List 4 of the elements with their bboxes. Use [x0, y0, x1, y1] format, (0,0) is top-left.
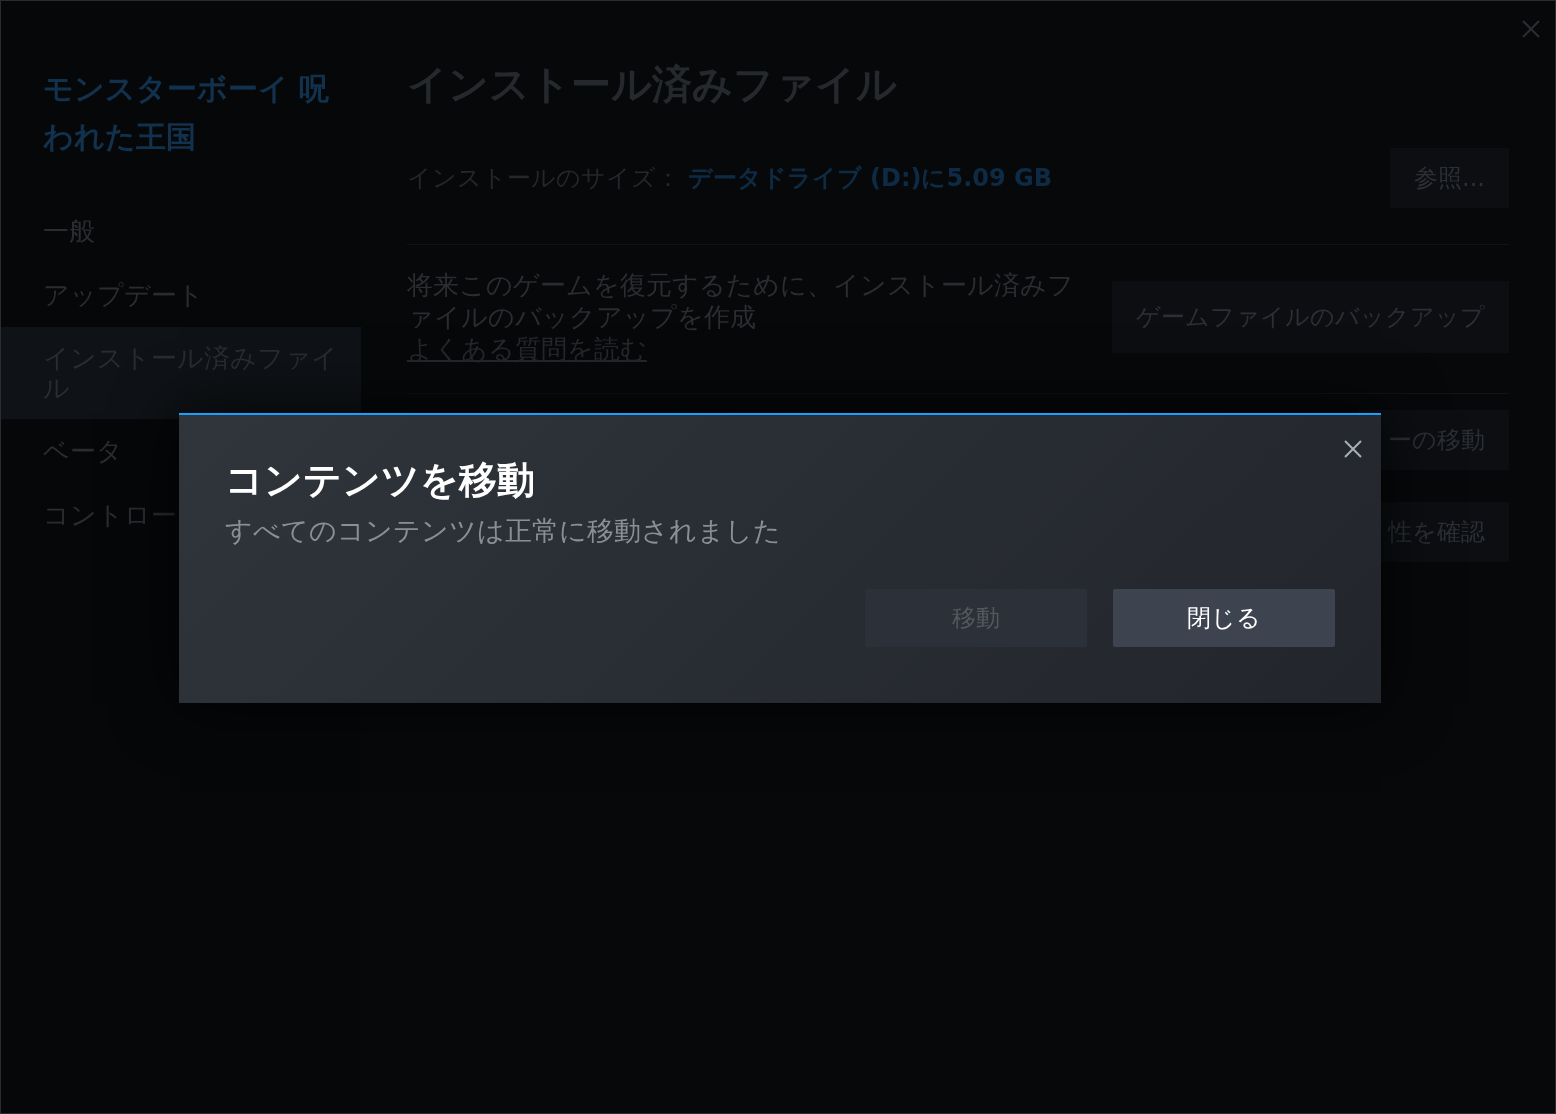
dialog-title: コンテンツを移動: [225, 457, 536, 503]
game-title: モンスターボーイ 呪われた王国: [42, 70, 331, 156]
install-size-value: データドライブ (D:)に5.09 GB: [687, 164, 1052, 192]
dialog-message: すべてのコンテンツは正常に移動されました: [225, 514, 782, 548]
